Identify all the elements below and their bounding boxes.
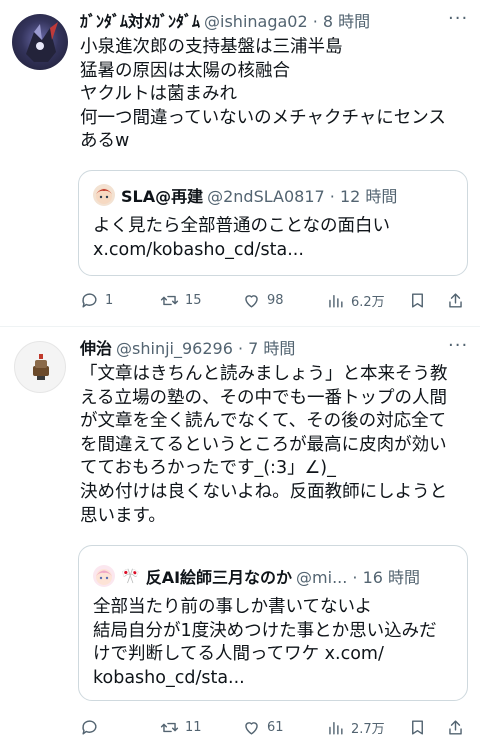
like-button[interactable]: 61 (242, 718, 284, 737)
display-name[interactable]: ｶﾞﾝﾀﾞﾑ対ﾒｶﾞﾝﾀﾞﾑ (80, 8, 200, 32)
quoted-line: kobasho_cd/sta... (93, 667, 245, 688)
tweet-line: 「文章はきちんと読みましょう」と本来そう教 (80, 364, 448, 384)
tweet-line: ヤクルトは菌まみれ (80, 84, 237, 105)
retweet-icon (160, 295, 179, 306)
quoted-avatar (93, 184, 115, 206)
tweet-line: 猛暑の原因は太陽の核融合 (80, 60, 290, 81)
character-avatar-icon (33, 354, 49, 380)
more-options-icon[interactable]: ··· (448, 335, 468, 356)
tweet-line: が文章を全く読んでなくて、その後の対応全て (80, 411, 447, 432)
bookmark-icon (412, 293, 423, 308)
more-options-icon[interactable]: ··· (448, 8, 468, 29)
bookmark-button[interactable] (408, 291, 427, 310)
share-icon (449, 720, 462, 735)
views-chart-icon (329, 295, 343, 308)
quoted-handle-time[interactable]: @mi... · 16 時間 (296, 564, 420, 588)
avatar[interactable] (14, 341, 66, 393)
robot-avatar-icon (26, 22, 58, 62)
quoted-line: よく見たら全部普通のことなの面白い (93, 216, 390, 236)
tweet-text: 小泉進次郎の支持基盤は三浦半島 猛暑の原因は太陽の核融合 ヤクルトは菌まみれ 何… (80, 36, 446, 154)
retweet-count: 11 (185, 720, 202, 735)
bookmark-button[interactable] (408, 718, 427, 737)
tweet-line: あるw (80, 131, 130, 152)
reply-icon (82, 720, 97, 735)
bookmark-icon (412, 720, 423, 735)
like-button[interactable]: 98 (242, 291, 284, 310)
heart-icon (245, 722, 258, 735)
quoted-display-name[interactable]: SLA@再建 (121, 183, 203, 207)
retweet-button[interactable]: 15 (160, 291, 202, 310)
tweet-text: 「文章はきちんと読みましょう」と本来そう教 える立場の塾の、その中でも一番トップ… (80, 363, 448, 528)
quoted-tweet[interactable]: SLA@再建 @2ndSLA0817 · 12 時間 よく見たら全部普通のことな… (78, 170, 468, 276)
tweet-line: てておもろかったです_(:3」∠)_ (80, 458, 336, 479)
share-button[interactable] (446, 718, 465, 737)
quoted-display-name[interactable]: 反AI絵師三月なのか (146, 564, 292, 588)
quoted-avatar (93, 565, 115, 587)
handle-time[interactable]: @ishinaga02 · 8 時間 (204, 8, 370, 32)
quoted-handle-time[interactable]: @2ndSLA0817 · 12 時間 (207, 183, 397, 207)
quoted-text: 全部当たり前の事しか書いてないよ 結局自分が1度決めつけた事とか思い込みだ けで… (93, 596, 437, 690)
reply-count: 1 (105, 293, 114, 308)
handle-time[interactable]: @shinji_96296 · 7 時間 (116, 335, 295, 359)
share-icon (449, 293, 462, 308)
tweet-line: 決め付けは良くないよね。反面教師にしようと (80, 481, 448, 502)
retweet-count: 15 (185, 293, 202, 308)
views-button[interactable]: 6.2万 (326, 291, 385, 310)
like-count: 98 (267, 293, 284, 308)
tweet-line: 思います。 (80, 505, 166, 526)
reply-button[interactable]: 1 (80, 291, 113, 310)
quoted-line: 結局自分が1度決めつけた事とか思い込みだ (93, 620, 437, 641)
anime-avatar-icon (96, 569, 112, 585)
tweet-line: える立場の塾の、その中でも一番トップの人間 (80, 387, 447, 408)
anime-avatar-icon (96, 188, 112, 204)
quoted-tweet[interactable]: 🎌 反AI絵師三月なのか @mi... · 16 時間 全部当たり前の事しか書い… (78, 545, 468, 701)
like-count: 61 (267, 720, 284, 735)
view-count: 2.7万 (351, 722, 385, 737)
share-button[interactable] (446, 291, 465, 310)
views-button[interactable]: 2.7万 (326, 718, 385, 737)
view-count: 6.2万 (351, 295, 385, 310)
tweet[interactable]: ｶﾞﾝﾀﾞﾑ対ﾒｶﾞﾝﾀﾞﾑ @ishinaga02 · 8 時間 ··· 小泉… (0, 0, 480, 326)
reply-button[interactable] (80, 718, 105, 737)
reply-icon (82, 293, 97, 308)
tweet-line: 何一つ間違っていないのメチャクチャにセンス (80, 107, 446, 128)
quoted-text: よく見たら全部普通のことなの面白い x.com/kobasho_cd/sta..… (93, 215, 390, 262)
tweet[interactable]: 伸治 @shinji_96296 · 7 時間 ··· 「文章はきちんと読みまし… (0, 327, 480, 751)
retweet-icon (160, 722, 179, 733)
quoted-line: けで判断してる人間ってワケ x.com/ (93, 644, 384, 665)
quoted-line: x.com/kobasho_cd/sta... (93, 239, 304, 260)
display-name[interactable]: 伸治 (80, 335, 112, 359)
retweet-button[interactable]: 11 (160, 718, 202, 737)
tweet-line: 小泉進次郎の支持基盤は三浦半島 (80, 37, 343, 57)
flag-icon: 🎌 (121, 567, 140, 585)
tweet-line: を間違えてるというところが最高に皮肉が効い (80, 434, 447, 455)
views-chart-icon (329, 722, 343, 735)
avatar[interactable] (12, 14, 68, 70)
heart-icon (245, 295, 258, 308)
quoted-line: 全部当たり前の事しか書いてないよ (93, 597, 373, 617)
